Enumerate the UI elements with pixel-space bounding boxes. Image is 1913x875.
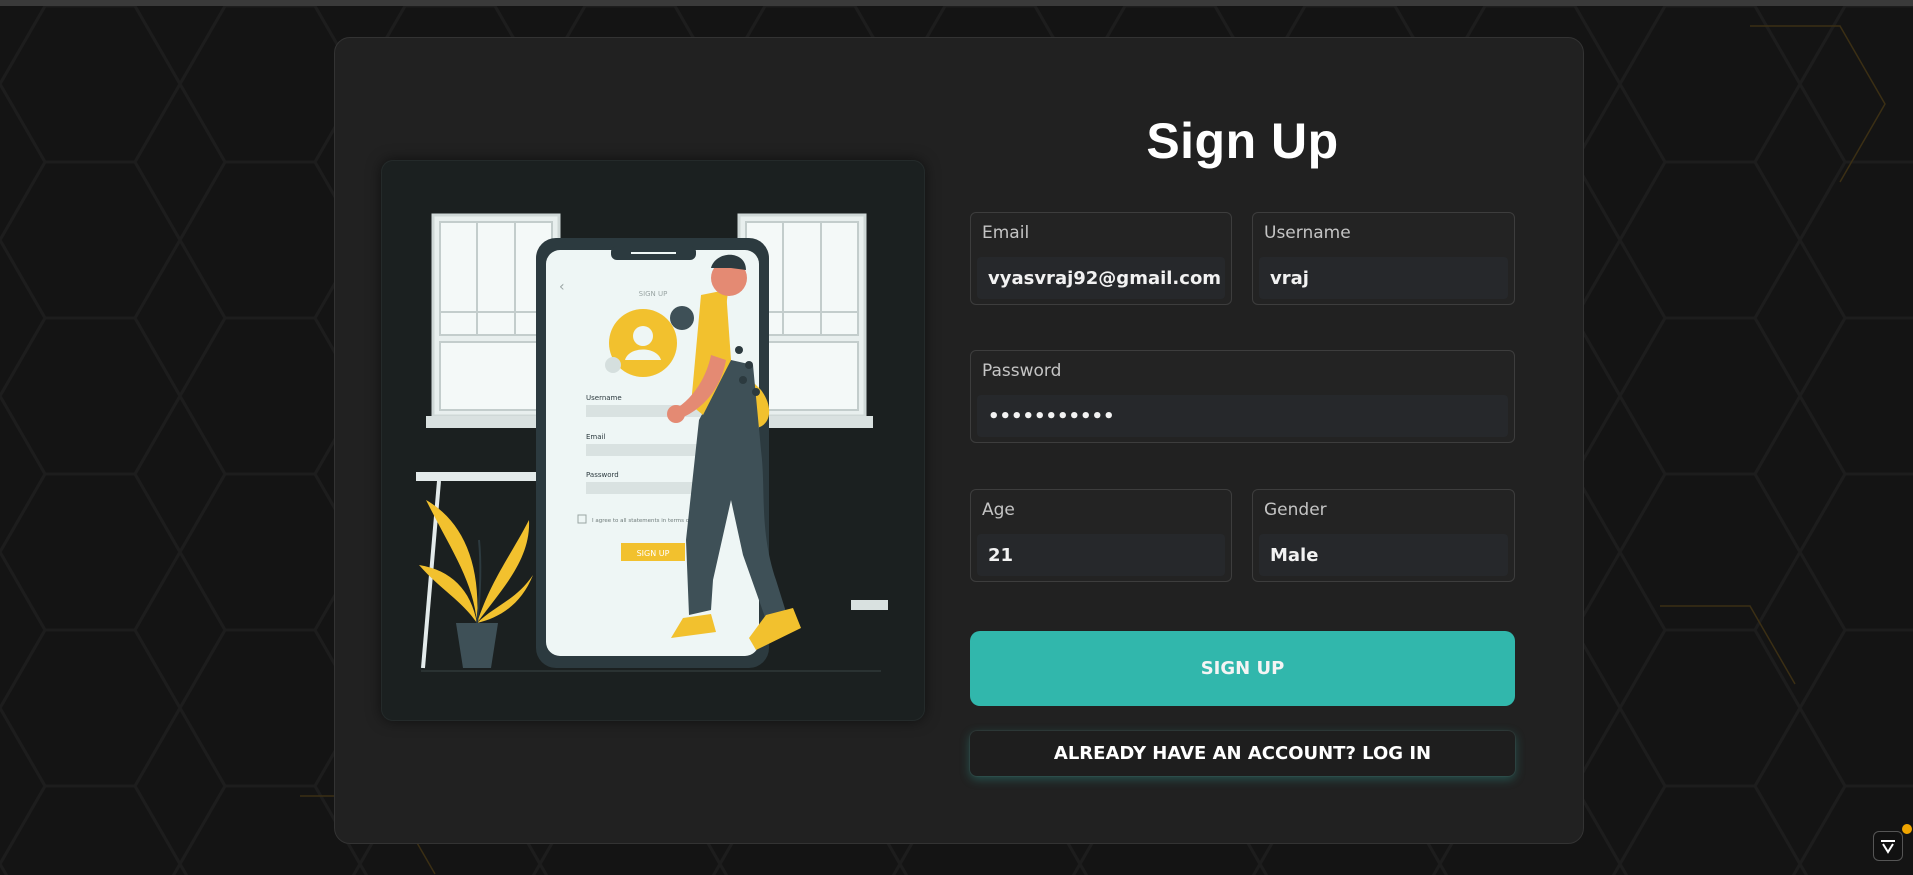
desk (416, 472, 546, 481)
login-link-button[interactable]: ALREADY HAVE AN ACCOUNT? LOG IN (970, 731, 1515, 776)
gender-field: Gender Male (1252, 489, 1515, 582)
page-title: Sign Up (1146, 113, 1339, 169)
username-label: Username (1264, 223, 1351, 243)
signup-button[interactable]: SIGN UP (970, 631, 1515, 706)
password-field: Password ••••••••••• (970, 350, 1515, 443)
phone-username-label: Username (586, 394, 622, 402)
password-label: Password (982, 361, 1062, 381)
age-field: Age 21 (970, 489, 1232, 582)
signup-illustration: ‹ SIGN UP Username Email Password I agre… (381, 160, 925, 721)
phone-signup-button-label: SIGN UP (637, 549, 670, 558)
username-field: Username vraj (1252, 212, 1515, 305)
signup-card: ‹ SIGN UP Username Email Password I agre… (334, 37, 1584, 844)
email-field: Email vyasvraj92@gmail.com (970, 212, 1232, 305)
email-input[interactable]: vyasvraj92@gmail.com (977, 257, 1225, 299)
age-label: Age (982, 500, 1015, 520)
svg-text:‹: ‹ (559, 279, 565, 295)
username-input[interactable]: vraj (1259, 257, 1508, 299)
notification-dot (1902, 824, 1912, 834)
phone-password-label: Password (586, 471, 619, 479)
gender-label: Gender (1264, 500, 1327, 520)
age-input[interactable]: 21 (977, 534, 1225, 576)
extension-logo-icon[interactable] (1873, 831, 1903, 861)
email-label: Email (982, 223, 1030, 243)
password-input[interactable]: ••••••••••• (977, 395, 1508, 437)
phone-screen-heading: SIGN UP (639, 290, 668, 298)
gender-select[interactable]: Male (1259, 534, 1508, 576)
phone-email-label: Email (586, 433, 605, 441)
